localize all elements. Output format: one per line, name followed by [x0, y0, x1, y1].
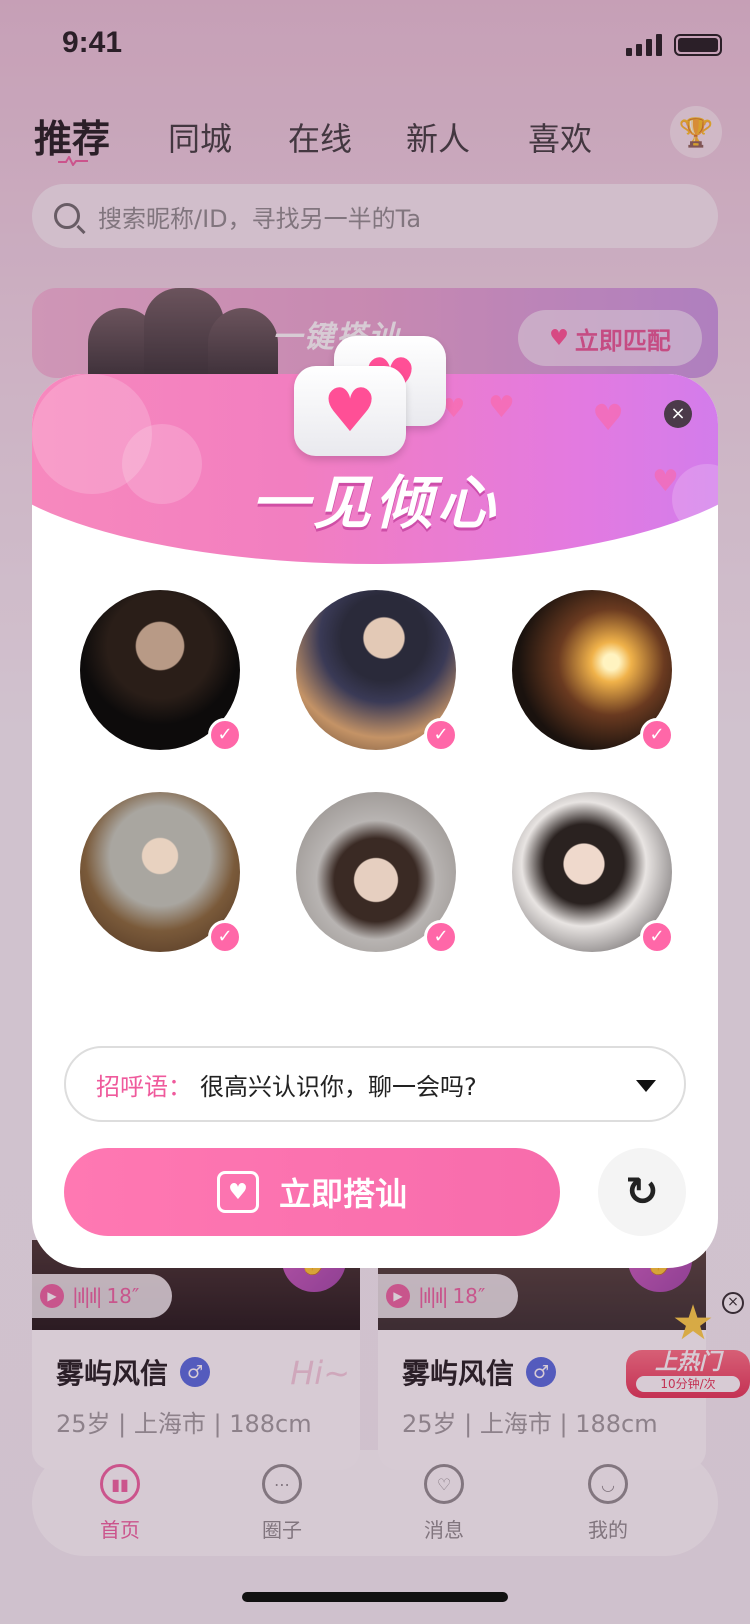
- avatar-option[interactable]: ✓: [296, 792, 458, 954]
- caret-down-icon: [636, 1080, 656, 1092]
- checkmark-icon: ✓: [424, 920, 458, 954]
- checkmark-icon: ✓: [208, 920, 242, 954]
- chat-hearts-icon: ♥ ♥: [294, 336, 454, 456]
- scan-heart-icon: ♥: [216, 1171, 259, 1213]
- close-button[interactable]: ×: [664, 400, 692, 428]
- greeting-label: 招呼语：: [96, 1072, 192, 1101]
- heart-icon: ♥: [488, 390, 515, 425]
- greeting-select[interactable]: 招呼语： 很高兴认识你，聊一会吗?: [64, 1046, 686, 1122]
- avatar-option[interactable]: ✓: [80, 590, 242, 752]
- checkmark-icon: ✓: [208, 718, 242, 752]
- home-indicator: [242, 1592, 508, 1602]
- avatar-option[interactable]: ✓: [80, 792, 242, 954]
- checkmark-icon: ✓: [424, 718, 458, 752]
- modal-title: 一见倾心: [250, 469, 499, 537]
- chat-now-button[interactable]: ♥ 立即搭讪: [64, 1148, 560, 1236]
- heart-icon: ♥: [592, 398, 625, 439]
- refresh-icon: ↻: [625, 1169, 659, 1215]
- avatar-option[interactable]: ✓: [512, 590, 674, 752]
- checkmark-icon: ✓: [640, 718, 674, 752]
- chat-now-label: 立即搭讪: [278, 1175, 407, 1213]
- avatar-option[interactable]: ✓: [512, 792, 674, 954]
- checkmark-icon: ✓: [640, 920, 674, 954]
- greeting-text: 很高兴认识你，聊一会吗?: [200, 1072, 477, 1101]
- avatar-option[interactable]: ✓: [296, 590, 458, 752]
- refresh-button[interactable]: ↻: [598, 1148, 686, 1236]
